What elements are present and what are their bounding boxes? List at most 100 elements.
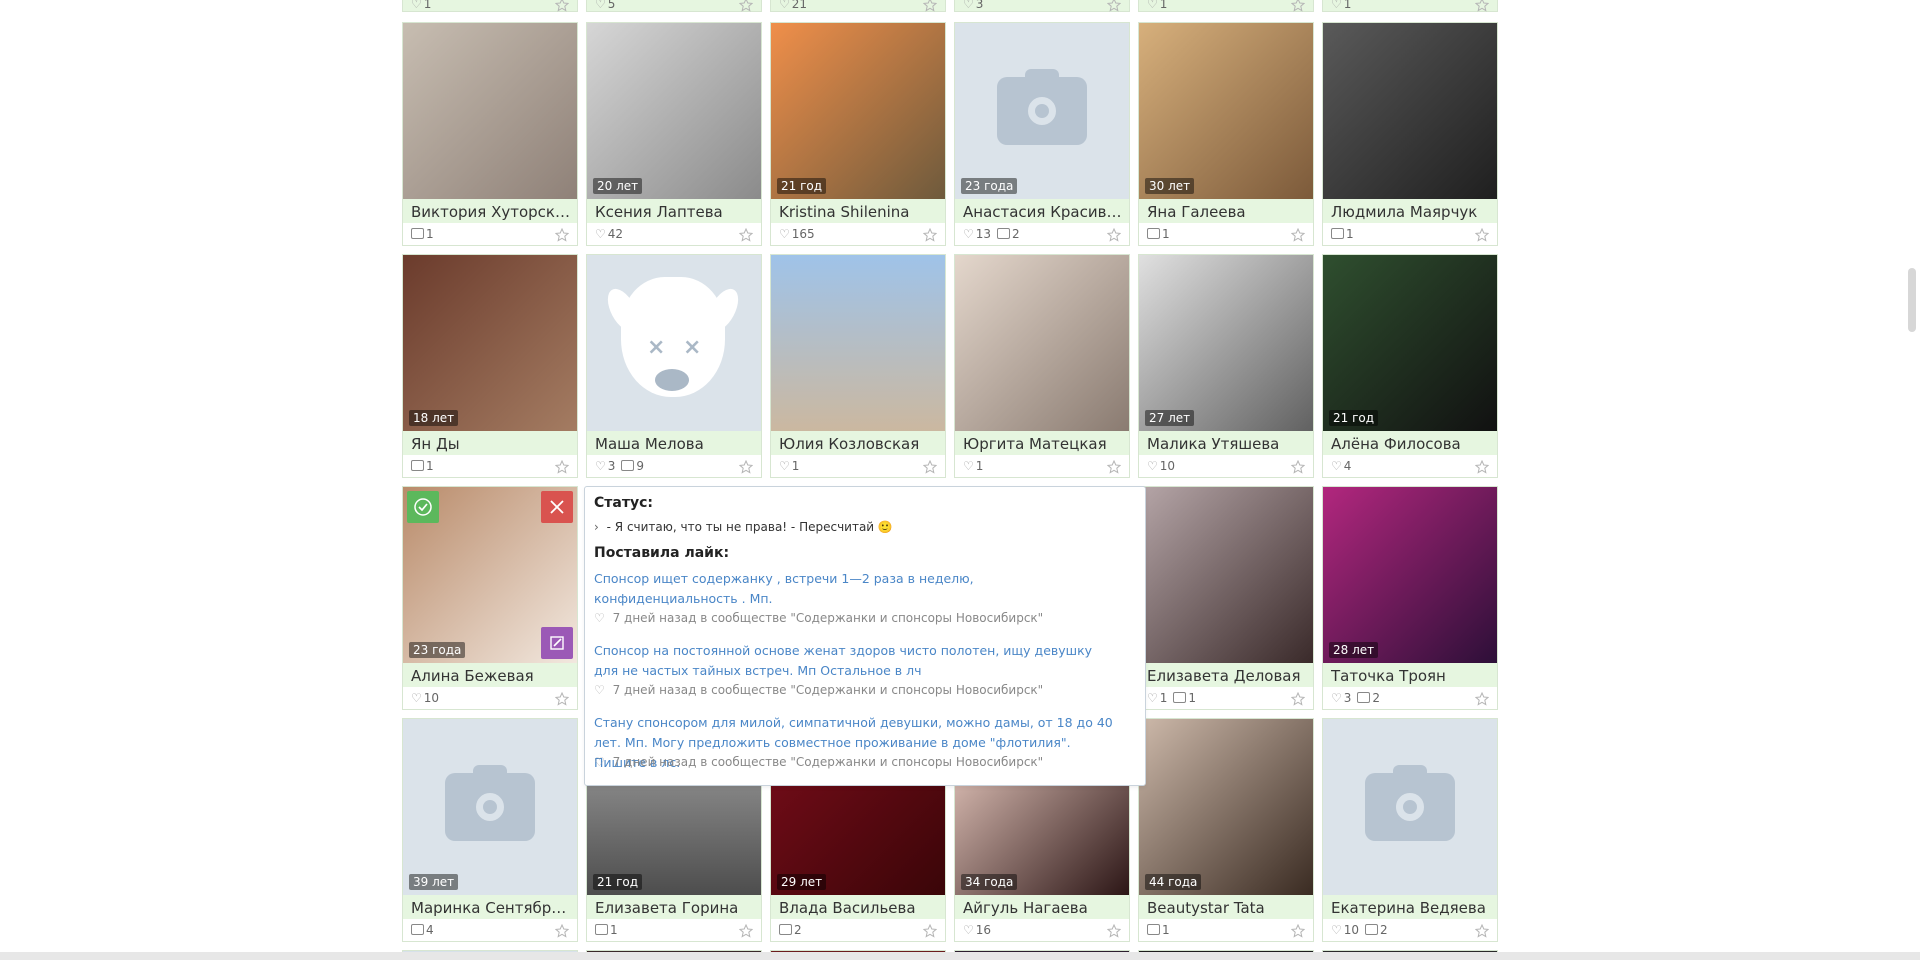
star-icon[interactable] — [1474, 227, 1490, 242]
profile-card-partial[interactable]: ♡ 5 — [586, 0, 762, 12]
star-icon[interactable] — [738, 923, 754, 938]
profile-name[interactable]: Айгуль Нагаева — [963, 899, 1123, 917]
profile-card[interactable]: Юлия Козловская ♡ 1 — [770, 254, 946, 478]
star-icon[interactable] — [1474, 459, 1490, 474]
star-icon[interactable] — [1290, 923, 1306, 938]
profile-name[interactable]: Beautystar Tata — [1147, 899, 1307, 917]
profile-card[interactable]: 23 года Алина Бежевая ♡ 10 — [402, 486, 578, 710]
profile-photo[interactable]: 28 лет — [1323, 487, 1497, 663]
profile-name[interactable]: Юргита Матецкая — [963, 435, 1123, 453]
profile-name[interactable]: Юлия Козловская — [779, 435, 939, 453]
profile-name[interactable]: Маринка Сентябрь... — [411, 899, 571, 917]
star-icon[interactable] — [1290, 227, 1306, 242]
liked-post-link[interactable]: Спонсор на постоянной основе женат здоро… — [594, 641, 1114, 681]
profile-photo[interactable]: 44 года — [1139, 719, 1313, 895]
profile-photo[interactable]: 18 лет — [403, 255, 577, 431]
profile-card-partial[interactable]: ♡ 1 — [402, 0, 578, 12]
profile-name[interactable]: Ксения Лаптева — [595, 203, 755, 221]
profile-photo[interactable]: 27 лет — [1139, 255, 1313, 431]
star-icon[interactable] — [554, 459, 570, 474]
scrollbar-thumb[interactable] — [1908, 268, 1916, 332]
profile-name[interactable]: Анастасия Красивых — [963, 203, 1123, 221]
scrollbar[interactable] — [1903, 0, 1920, 960]
star-icon[interactable] — [1474, 691, 1490, 706]
star-icon[interactable] — [922, 0, 938, 12]
profile-card[interactable]: 21 год Kristina Shilenina ♡ 165 — [770, 22, 946, 246]
profile-name[interactable]: Алёна Филосова — [1331, 435, 1491, 453]
profile-name[interactable]: Таточка Троян — [1331, 667, 1491, 685]
star-icon[interactable] — [1474, 0, 1490, 12]
profile-card[interactable]: Виктория Хуторская 1 — [402, 22, 578, 246]
star-icon[interactable] — [1290, 691, 1306, 706]
profile-card-partial[interactable]: ♡ 1 — [1322, 0, 1498, 12]
profile-name[interactable]: Маша Мелова — [595, 435, 755, 453]
star-icon[interactable] — [738, 0, 754, 12]
profile-card[interactable]: Елизавета Деловая ♡ 1 1 — [1138, 486, 1314, 710]
profile-name[interactable]: Ян Ды — [411, 435, 571, 453]
profile-photo[interactable]: 20 лет — [587, 23, 761, 199]
profile-card-partial[interactable]: ♡ 3 — [954, 0, 1130, 12]
profile-name[interactable]: Kristina Shilenina — [779, 203, 939, 221]
liked-post-link[interactable]: Спонсор ищет содержанку , встречи 1—2 ра… — [594, 569, 1114, 609]
profile-card[interactable]: 20 лет Ксения Лаптева ♡ 42 — [586, 22, 762, 246]
profile-photo[interactable]: × × — [587, 255, 761, 431]
chevron-right-icon: › — [594, 520, 599, 534]
profile-photo[interactable] — [1139, 487, 1313, 663]
profile-name[interactable]: Виктория Хуторская — [411, 203, 571, 221]
profile-photo[interactable] — [403, 23, 577, 199]
profile-name[interactable]: Влада Васильева — [779, 899, 939, 917]
profile-card[interactable]: Юргита Матецкая ♡ 1 — [954, 254, 1130, 478]
star-icon[interactable] — [554, 0, 570, 12]
profile-card[interactable]: × × Маша Мелова ♡ 3 9 — [586, 254, 762, 478]
profile-card[interactable]: 23 года Анастасия Красивых ♡ 13 2 — [954, 22, 1130, 246]
star-icon[interactable] — [922, 459, 938, 474]
profile-card[interactable]: 21 год Алёна Филосова ♡ 4 — [1322, 254, 1498, 478]
profile-photo[interactable]: 21 год — [771, 23, 945, 199]
star-icon[interactable] — [1290, 0, 1306, 12]
star-icon[interactable] — [1474, 923, 1490, 938]
star-icon[interactable] — [554, 227, 570, 242]
profile-card[interactable]: 28 лет Таточка Троян ♡ 3 2 — [1322, 486, 1498, 710]
star-icon[interactable] — [738, 227, 754, 242]
profile-photo[interactable]: 39 лет — [403, 719, 577, 895]
profile-name[interactable]: Малика Утяшева — [1147, 435, 1307, 453]
profile-card[interactable]: 30 лет Яна Галеева 1 — [1138, 22, 1314, 246]
profile-card[interactable]: Людмила Маярчук 1 — [1322, 22, 1498, 246]
profile-name[interactable]: Екатерина Ведяева — [1331, 899, 1491, 917]
profile-photo[interactable]: 21 год — [1323, 255, 1497, 431]
profile-photo[interactable]: 23 года — [955, 23, 1129, 199]
star-icon[interactable] — [922, 227, 938, 242]
name-strip: Юргита Матецкая — [955, 431, 1129, 455]
profile-card[interactable]: 44 года Beautystar Tata 1 — [1138, 718, 1314, 942]
star-icon[interactable] — [554, 923, 570, 938]
profile-name[interactable]: Елизавета Горина — [595, 899, 755, 917]
star-icon[interactable] — [1290, 459, 1306, 474]
profile-name[interactable]: Алина Бежевая — [411, 667, 571, 685]
star-icon[interactable] — [1106, 459, 1122, 474]
profile-photo[interactable]: 30 лет — [1139, 23, 1313, 199]
likes-count: ♡ 10 — [411, 691, 440, 705]
profile-name[interactable]: Яна Галеева — [1147, 203, 1307, 221]
star-icon[interactable] — [1106, 0, 1122, 12]
edit-button[interactable] — [541, 627, 573, 659]
profile-card-partial[interactable]: ♡ 21 — [770, 0, 946, 12]
star-icon[interactable] — [1106, 923, 1122, 938]
profile-name[interactable]: Елизавета Деловая — [1147, 667, 1307, 685]
approve-button[interactable] — [407, 491, 439, 523]
profile-photo[interactable] — [1323, 719, 1497, 895]
profile-photo[interactable] — [1323, 23, 1497, 199]
star-icon[interactable] — [922, 923, 938, 938]
reject-button[interactable] — [541, 491, 573, 523]
star-icon[interactable] — [554, 691, 570, 706]
profile-name[interactable]: Людмила Маярчук — [1331, 203, 1491, 221]
star-icon[interactable] — [1106, 227, 1122, 242]
star-icon[interactable] — [738, 459, 754, 474]
profile-photo[interactable]: 23 года — [403, 487, 577, 663]
profile-card[interactable]: 39 лет Маринка Сентябрь... 4 — [402, 718, 578, 942]
profile-card[interactable]: 18 лет Ян Ды 1 — [402, 254, 578, 478]
profile-photo[interactable] — [955, 255, 1129, 431]
profile-photo[interactable] — [771, 255, 945, 431]
profile-card[interactable]: 27 лет Малика Утяшева ♡ 10 — [1138, 254, 1314, 478]
profile-card[interactable]: Екатерина Ведяева ♡ 10 2 — [1322, 718, 1498, 942]
profile-card-partial[interactable]: ♡ 1 — [1138, 0, 1314, 12]
